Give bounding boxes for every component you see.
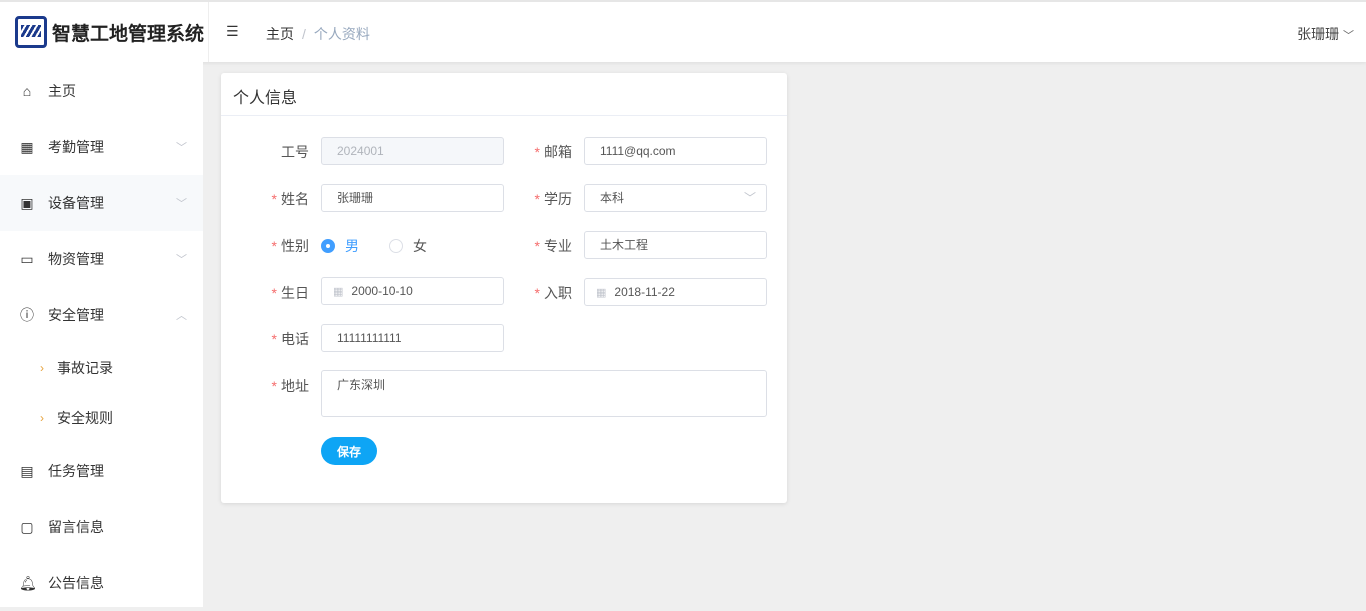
sidebar-item-messages[interactable]: ▢ 留言信息 xyxy=(0,499,203,555)
sidebar-item-label: 主页 xyxy=(48,83,76,99)
email-label: * 邮箱 xyxy=(534,144,572,160)
sidebar-item-notices[interactable]: 🔔︎ 公告信息 xyxy=(0,555,203,611)
gender-label: * 性别 xyxy=(271,238,309,254)
radio-checked-icon xyxy=(321,239,335,253)
education-label: * 学历 xyxy=(534,191,572,207)
chevron-down-icon: ﹀ xyxy=(743,191,756,205)
sidebar-item-label: 公告信息 xyxy=(48,575,104,591)
birthday-datepicker[interactable]: ▦ 2000-10-10 xyxy=(321,277,504,305)
chevron-down-icon: ﹀ xyxy=(1343,30,1354,42)
logo-icon xyxy=(15,16,47,48)
sidebar-item-tasks[interactable]: ▤ 任务管理 xyxy=(0,443,203,499)
breadcrumb-home[interactable]: 主页 xyxy=(266,26,294,42)
sidebar-subitem-rules[interactable]: › 安全规则 xyxy=(0,393,203,443)
bell-icon: 🔔︎ xyxy=(19,574,37,591)
menu-toggle-icon[interactable]: ☰ xyxy=(226,24,240,38)
chevron-down-icon: ﹀ xyxy=(176,254,187,266)
education-value: 本科 xyxy=(600,191,625,205)
chevron-up-icon: ︿ xyxy=(176,310,187,322)
chevron-right-icon: › xyxy=(40,361,44,375)
major-label: * 专业 xyxy=(534,238,572,254)
sidebar-item-attendance[interactable]: ▦ 考勤管理 ﹀ xyxy=(0,119,203,175)
sidebar-item-label: 考勤管理 xyxy=(48,139,104,155)
radio-unchecked-icon xyxy=(389,239,403,253)
id-input: 2024001 xyxy=(321,137,504,165)
hire-date-label: * 入职 xyxy=(534,285,572,301)
sidebar-item-safety[interactable]: ⓘ 安全管理 ︿ xyxy=(0,287,203,343)
chip-icon: ▣ xyxy=(20,194,34,211)
profile-card: 个人信息 工号 2024001 * 邮箱 1111@qq.com * 姓名 张珊珊 … xyxy=(221,73,787,503)
sidebar-item-equipment[interactable]: ▣ 设备管理 ﹀ xyxy=(0,175,203,231)
hire-date-datepicker[interactable]: ▦ 2018-11-22 xyxy=(584,278,767,306)
message-icon: ▢ xyxy=(20,518,34,535)
save-button[interactable]: 保存 xyxy=(321,437,377,465)
chevron-down-icon: ﹀ xyxy=(176,142,187,154)
sidebar-item-label: 设备管理 xyxy=(48,195,104,211)
sidebar-item-label: 安全管理 xyxy=(48,307,104,323)
sidebar-item-label: 事故记录 xyxy=(57,360,113,376)
address-textarea[interactable]: 广东深圳 xyxy=(321,370,767,417)
name-label: * 姓名 xyxy=(271,191,309,207)
sidebar-item-home[interactable]: ⌂ 主页 xyxy=(0,63,203,119)
sidebar-item-label: 物资管理 xyxy=(48,251,104,267)
card-title: 个人信息 xyxy=(221,73,787,116)
warning-icon: ⓘ xyxy=(20,307,34,323)
box-icon: ▭ xyxy=(20,250,34,267)
name-input[interactable]: 张珊珊 xyxy=(321,184,504,212)
sidebar-subitem-accidents[interactable]: › 事故记录 xyxy=(0,343,203,393)
gender-radio-male[interactable]: 男 xyxy=(321,236,359,256)
sidebar: ⌂ 主页 ▦ 考勤管理 ﹀ ▣ 设备管理 ﹀ ▭ 物资管理 ﹀ ⓘ 安全管理 ︿ › 事故记录 › 安… xyxy=(0,62,203,607)
birthday-label: * 生日 xyxy=(271,285,309,301)
home-icon: ⌂ xyxy=(22,83,32,99)
chevron-right-icon: › xyxy=(40,411,44,425)
sidebar-item-label: 留言信息 xyxy=(48,519,104,535)
user-menu[interactable]: 张珊珊 ﹀ xyxy=(1297,24,1354,44)
sidebar-item-materials[interactable]: ▭ 物资管理 ﹀ xyxy=(0,231,203,287)
logo: 智慧工地管理系统 xyxy=(0,2,209,62)
chevron-down-icon: ﹀ xyxy=(176,198,187,210)
top-header: 智慧工地管理系统 ☰ 主页 / 个人资料 张珊珊 ﹀ xyxy=(0,0,1366,62)
sidebar-item-label: 安全规则 xyxy=(57,410,113,426)
username: 张珊珊 xyxy=(1297,26,1340,42)
phone-input[interactable]: 11111111111 xyxy=(321,324,504,352)
education-select[interactable]: 本科 ﹀ xyxy=(584,184,767,212)
breadcrumb: 主页 / 个人资料 xyxy=(266,26,370,42)
calendar-icon: ▦ xyxy=(596,287,607,299)
major-input[interactable]: 土木工程 xyxy=(584,231,767,259)
breadcrumb-current: 个人资料 xyxy=(313,26,370,42)
calendar-icon: ▦ xyxy=(20,138,34,155)
email-input[interactable]: 1111@qq.com xyxy=(584,137,767,165)
app-title: 智慧工地管理系统 xyxy=(52,23,205,45)
sidebar-item-label: 任务管理 xyxy=(48,463,104,479)
id-label: 工号 xyxy=(281,144,309,160)
phone-label: * 电话 xyxy=(271,331,309,347)
calendar-icon: ▦ xyxy=(333,286,344,298)
address-label: * 地址 xyxy=(271,378,309,394)
gender-radio-female[interactable]: 女 xyxy=(389,236,427,256)
task-icon: ▤ xyxy=(20,462,34,479)
